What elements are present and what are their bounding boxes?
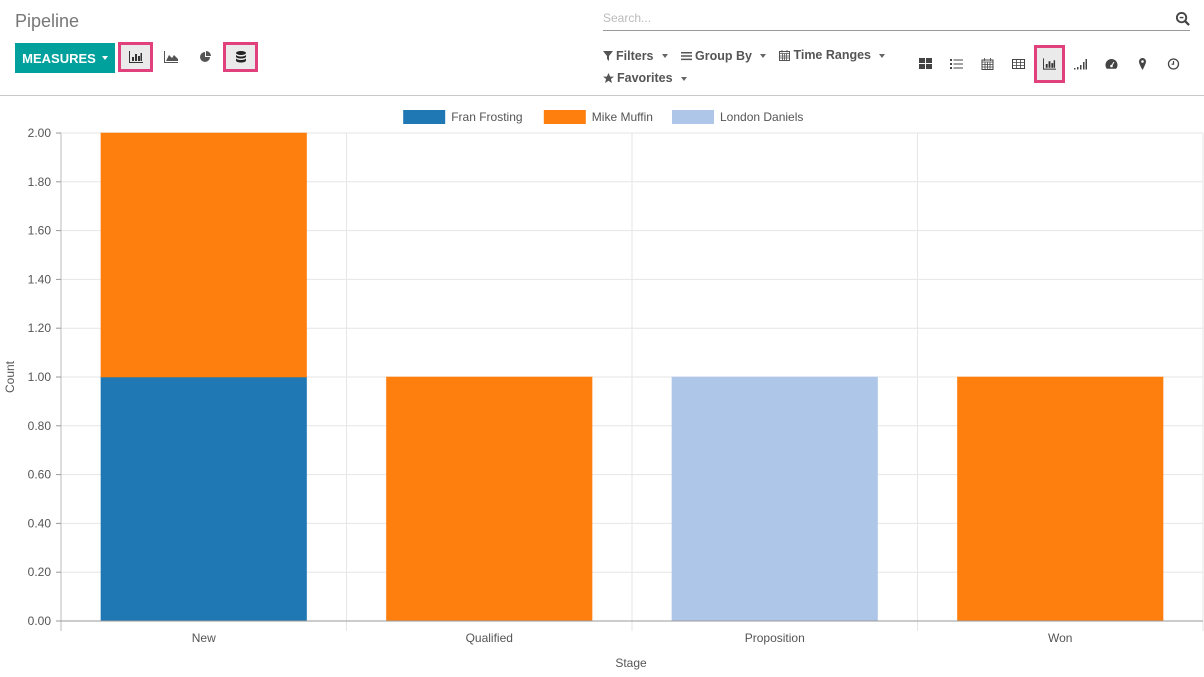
bar-mike-muffin — [956, 376, 1164, 622]
caret-down-icon — [879, 53, 886, 58]
time-ranges-label: Time Ranges — [793, 48, 872, 62]
legend-swatch — [672, 110, 714, 124]
area-chart-button[interactable] — [153, 42, 188, 72]
filters-dropdown[interactable]: Filters — [603, 46, 668, 67]
page-title: Pipeline — [15, 11, 80, 31]
x-tick-label: Qualified — [466, 631, 513, 645]
filter-icon — [603, 51, 613, 61]
bar-mike-muffin — [385, 376, 593, 622]
calendar-icon — [779, 50, 791, 61]
y-tick-label: 0.00 — [28, 614, 52, 628]
list-view-button[interactable] — [941, 45, 972, 83]
calendar-view-button[interactable] — [972, 45, 1003, 83]
caret-down-icon — [680, 76, 687, 81]
favorites-dropdown[interactable]: Favorites — [603, 68, 687, 89]
calendar-icon — [981, 58, 994, 70]
dashboard-icon — [1105, 59, 1118, 69]
area-chart-icon — [163, 51, 178, 63]
bar-chart-button[interactable] — [118, 42, 153, 72]
filters-label: Filters — [616, 48, 654, 63]
legend-swatch — [543, 110, 586, 124]
bar-chart: Fran Frosting Mike Muffin London Daniels 0… — [3, 110, 1204, 670]
legend-label: Fran Frosting — [451, 110, 522, 124]
bars-icon — [681, 52, 692, 61]
favorites-label: Favorites — [617, 71, 673, 85]
bar-mike-muffin — [100, 132, 308, 378]
x-axis-label: Stage — [615, 656, 647, 670]
view-switcher — [910, 45, 1189, 83]
dashboard-view-button[interactable] — [1096, 45, 1127, 83]
search-bar — [603, 8, 1190, 31]
stacked-toggle-button[interactable] — [223, 42, 258, 72]
bar-chart-icon — [128, 51, 143, 63]
map-view-button[interactable] — [1127, 45, 1158, 83]
bar-london-daniels — [671, 376, 879, 622]
database-stack-icon — [235, 51, 246, 63]
y-tick-label: 0.40 — [28, 516, 52, 530]
y-axis-label: Count — [3, 360, 17, 393]
y-tick-label: 0.20 — [28, 565, 52, 579]
pie-chart-icon — [199, 51, 211, 62]
y-tick-label: 1.80 — [28, 175, 52, 189]
time-ranges-dropdown[interactable]: Time Ranges — [779, 45, 886, 66]
cohort-icon — [1074, 59, 1087, 70]
x-tick-label: New — [192, 631, 216, 645]
search-icon[interactable] — [1175, 11, 1190, 26]
y-tick-label: 0.80 — [28, 419, 52, 433]
kanban-icon — [919, 58, 932, 69]
caret-down-icon — [101, 56, 108, 60]
caret-down-icon — [759, 54, 766, 58]
cohort-view-button[interactable] — [1065, 45, 1096, 83]
pivot-view-button[interactable] — [1003, 45, 1034, 83]
map-marker-icon — [1139, 58, 1146, 70]
search-options: Filters Group By Time Ranges Favorites — [603, 45, 903, 91]
star-icon — [603, 73, 614, 84]
pivot-table-icon — [1012, 59, 1025, 69]
bar-fran-frosting — [100, 376, 308, 622]
chart-legend: Fran Frosting Mike Muffin London Daniels — [403, 110, 803, 124]
y-tick-label: 0.60 — [28, 468, 52, 482]
measures-label: MEASURES — [22, 50, 96, 66]
graph-view-button[interactable] — [1034, 45, 1065, 83]
activity-view-button[interactable] — [1158, 45, 1189, 83]
y-tick-label: 2.00 — [28, 126, 52, 140]
x-tick-label: Won — [1048, 631, 1072, 645]
pie-chart-button[interactable] — [188, 42, 223, 72]
x-tick-label: Proposition — [745, 631, 805, 645]
y-tick-label: 1.20 — [28, 321, 52, 335]
control-panel: Pipeline MEASURES Filters Group By — [0, 0, 1204, 96]
y-tick-label: 1.60 — [28, 224, 52, 238]
y-tick-label: 1.40 — [28, 272, 52, 286]
caret-down-icon — [661, 54, 668, 58]
legend-label: London Daniels — [720, 110, 803, 124]
search-input[interactable] — [603, 8, 1163, 25]
chart-type-switcher — [118, 42, 258, 72]
legend-swatch — [403, 110, 446, 124]
group-by-label: Group By — [695, 48, 752, 63]
legend-label: Mike Muffin — [592, 110, 653, 124]
kanban-view-button[interactable] — [910, 45, 941, 83]
group-by-dropdown[interactable]: Group By — [681, 46, 766, 67]
measures-button[interactable]: MEASURES — [15, 43, 115, 73]
y-tick-label: 1.00 — [28, 370, 52, 384]
activity-clock-icon — [1167, 58, 1180, 70]
graph-icon — [1043, 58, 1056, 70]
list-icon — [950, 59, 963, 69]
chart-area: Fran Frosting Mike Muffin London Daniels 0… — [0, 97, 1204, 672]
